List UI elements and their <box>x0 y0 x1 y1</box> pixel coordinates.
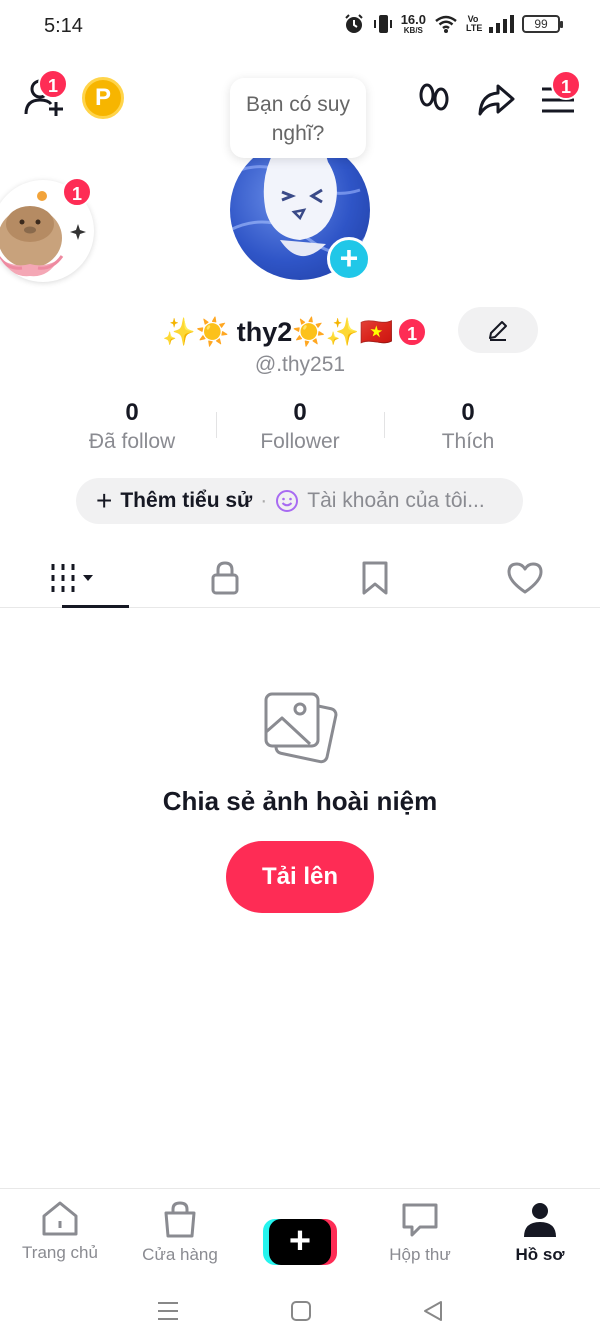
stat-value: 0 <box>293 399 307 426</box>
display-name-badge: 1 <box>397 317 428 347</box>
network-speed-value: 16.0 <box>400 12 426 27</box>
add-bio-button[interactable]: + Thêm tiểu sử <box>96 485 253 516</box>
tab-videos[interactable] <box>0 548 150 608</box>
footprints-icon <box>419 83 449 111</box>
pencil-icon <box>489 321 507 341</box>
story-badge: 1 <box>62 177 92 207</box>
create-plus-icon: + <box>263 1219 337 1265</box>
stat-likes[interactable]: 0 Thích <box>384 398 552 456</box>
grid-videos-icon <box>51 563 93 592</box>
nav-label: Trang chủ <box>22 1243 98 1262</box>
share-button[interactable] <box>474 78 518 122</box>
upload-button[interactable]: Tải lên <box>226 841 374 913</box>
account-button[interactable]: Tài khoản của tôi... <box>275 489 485 513</box>
tab-private[interactable] <box>150 548 300 607</box>
home-icon <box>42 1201 78 1236</box>
stat-label: Đã follow <box>88 430 176 453</box>
add-friend-badge: 1 <box>38 69 68 99</box>
nav-label: Cửa hàng <box>142 1245 218 1264</box>
username-handle: @.thy251 <box>254 353 346 376</box>
smiley-icon <box>276 490 299 512</box>
plus-icon: + <box>96 485 113 516</box>
account-label: Tài khoản của tôi... <box>307 489 485 512</box>
status-time: 5:14 <box>44 15 83 37</box>
edit-profile-button[interactable] <box>458 307 538 353</box>
thought-bubble[interactable]: Bạn có suy nghĩ? <box>230 78 366 158</box>
coin-icon[interactable]: P <box>82 77 124 119</box>
footprints-button[interactable] <box>412 78 456 122</box>
status-icons: 16.0 KB/S Vo LTE 99 <box>343 13 563 35</box>
content-tabs <box>0 548 600 608</box>
display-name-row: ✨☀️ thy2☀️✨🇻🇳 1 <box>162 312 428 352</box>
vibrate-icon <box>373 15 392 33</box>
profile-icon <box>524 1203 556 1237</box>
add-story-button[interactable]: + <box>327 237 371 281</box>
active-tab-indicator <box>62 605 129 608</box>
empty-state-title: Chia sẻ ảnh hoài niệm <box>162 786 438 816</box>
heart-icon <box>507 562 543 593</box>
nav-profile[interactable]: Hồ sơ <box>480 1189 600 1278</box>
add-bio-label: Thêm tiểu sử <box>120 489 253 512</box>
bookmark-icon <box>362 561 388 594</box>
lock-icon <box>211 560 239 594</box>
stat-label: Follower <box>260 430 340 453</box>
network-speed: 16.0 KB/S <box>401 13 426 35</box>
separator-dot: · <box>260 489 268 512</box>
stat-value: 0 <box>461 399 475 426</box>
nav-home[interactable]: Trang chủ <box>0 1189 120 1278</box>
nav-inbox[interactable]: Hộp thư <box>360 1189 480 1278</box>
stat-followers[interactable]: 0 Follower <box>216 398 384 456</box>
display-name: ✨☀️ thy2☀️✨🇻🇳 <box>162 317 394 347</box>
home-square-icon[interactable] <box>290 1300 312 1322</box>
stat-following[interactable]: 0 Đã follow <box>48 398 216 456</box>
nav-label: Hộp thư <box>389 1245 451 1264</box>
bio-row: + Thêm tiểu sử · Tài khoản của tôi... <box>76 478 523 524</box>
inbox-icon <box>402 1203 438 1237</box>
volte-indicator: Vo LTE <box>466 14 483 33</box>
share-arrow-icon <box>478 84 515 116</box>
alarm-icon <box>344 14 363 33</box>
system-navigation <box>0 1278 600 1343</box>
back-triangle-icon[interactable] <box>422 1300 444 1322</box>
shop-bag-icon <box>164 1201 196 1238</box>
nav-label: Hồ sơ <box>515 1245 565 1264</box>
photo-memories-icon <box>262 690 338 771</box>
menu-badge: 1 <box>551 70 581 100</box>
recent-apps-icon[interactable] <box>156 1300 180 1322</box>
wifi-icon <box>435 15 457 33</box>
nav-shop[interactable]: Cửa hàng <box>120 1189 240 1278</box>
nav-create[interactable]: + <box>240 1189 360 1278</box>
stat-label: Thích <box>441 430 495 453</box>
network-speed-unit: KB/S <box>403 26 423 35</box>
profile-stats: 0 Đã follow 0 Follower 0 Thích <box>48 398 552 456</box>
tab-saved[interactable] <box>300 548 450 607</box>
status-bar: 5:14 16.0 KB/S Vo LTE 99 <box>0 0 600 52</box>
stat-value: 0 <box>125 399 139 426</box>
signal-icon <box>489 15 514 33</box>
battery-indicator: 99 <box>522 15 563 33</box>
tab-liked[interactable] <box>450 548 600 607</box>
bottom-navigation: Trang chủ Cửa hàng + Hộp thư Hồ sơ <box>0 1188 600 1278</box>
